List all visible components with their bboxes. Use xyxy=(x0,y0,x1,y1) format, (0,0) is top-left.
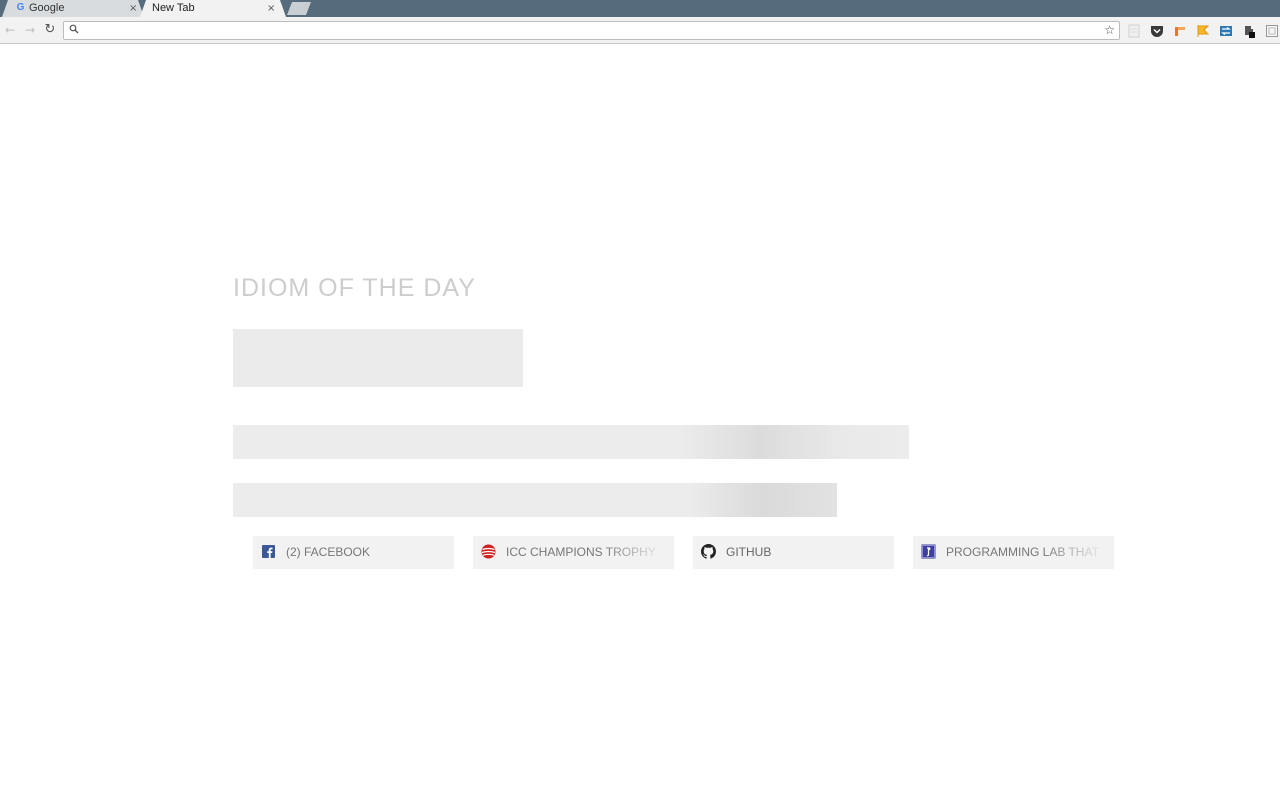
address-bar[interactable]: ☆ xyxy=(63,21,1120,40)
top-site-label: PROGRAMMING LAB THAT xyxy=(946,545,1099,559)
top-site-facebook[interactable]: (2) FACEBOOK xyxy=(253,536,454,569)
icc-icon xyxy=(481,544,496,559)
google-favicon-icon: G xyxy=(16,2,25,13)
tab-close-icon[interactable]: × xyxy=(267,1,275,16)
tab-title: New Tab xyxy=(152,2,195,14)
tab-title: Google xyxy=(29,2,65,14)
reload-button[interactable]: ↻ xyxy=(43,22,57,38)
programming-lab-icon xyxy=(921,544,936,559)
top-site-programming-lab[interactable]: PROGRAMMING LAB THAT xyxy=(913,536,1114,569)
new-tab-button[interactable] xyxy=(287,2,311,15)
idiom-meaning-placeholder xyxy=(233,425,909,459)
pocket-icon[interactable] xyxy=(1150,24,1164,38)
top-site-icc[interactable]: ICC CHAMPIONS TROPHY xyxy=(473,536,674,569)
pdf-icon[interactable] xyxy=(1127,24,1141,38)
extension-badge-icon[interactable] xyxy=(1242,24,1256,38)
frame-icon[interactable] xyxy=(1265,24,1279,38)
address-input[interactable] xyxy=(84,23,1094,38)
top-site-github[interactable]: GITHUB xyxy=(693,536,894,569)
flag-icon[interactable] xyxy=(1196,24,1210,38)
tab-strip: G Google × New Tab × xyxy=(0,0,1280,17)
github-icon xyxy=(701,544,716,559)
back-button[interactable]: ← xyxy=(3,22,17,38)
top-site-label: GITHUB xyxy=(726,545,772,559)
idiom-example-placeholder xyxy=(233,483,837,517)
browser-toolbar: ← → ↻ ☆ xyxy=(0,17,1280,44)
share-icon[interactable] xyxy=(1173,24,1187,38)
tab-close-icon[interactable]: × xyxy=(129,1,137,16)
forward-button[interactable]: → xyxy=(23,22,37,38)
idiom-heading: IDIOM OF THE DAY xyxy=(233,274,476,302)
top-site-label: ICC CHAMPIONS TROPHY xyxy=(506,545,656,559)
idiom-title-placeholder xyxy=(233,329,523,387)
bookmark-star-icon[interactable]: ☆ xyxy=(1104,22,1115,39)
search-icon xyxy=(69,24,79,34)
sync-icon[interactable] xyxy=(1219,24,1233,38)
tab-new-tab[interactable]: New Tab × xyxy=(140,0,286,17)
tab-google[interactable]: G Google × xyxy=(2,0,144,17)
facebook-icon xyxy=(262,545,275,558)
top-site-label: (2) FACEBOOK xyxy=(286,545,371,559)
